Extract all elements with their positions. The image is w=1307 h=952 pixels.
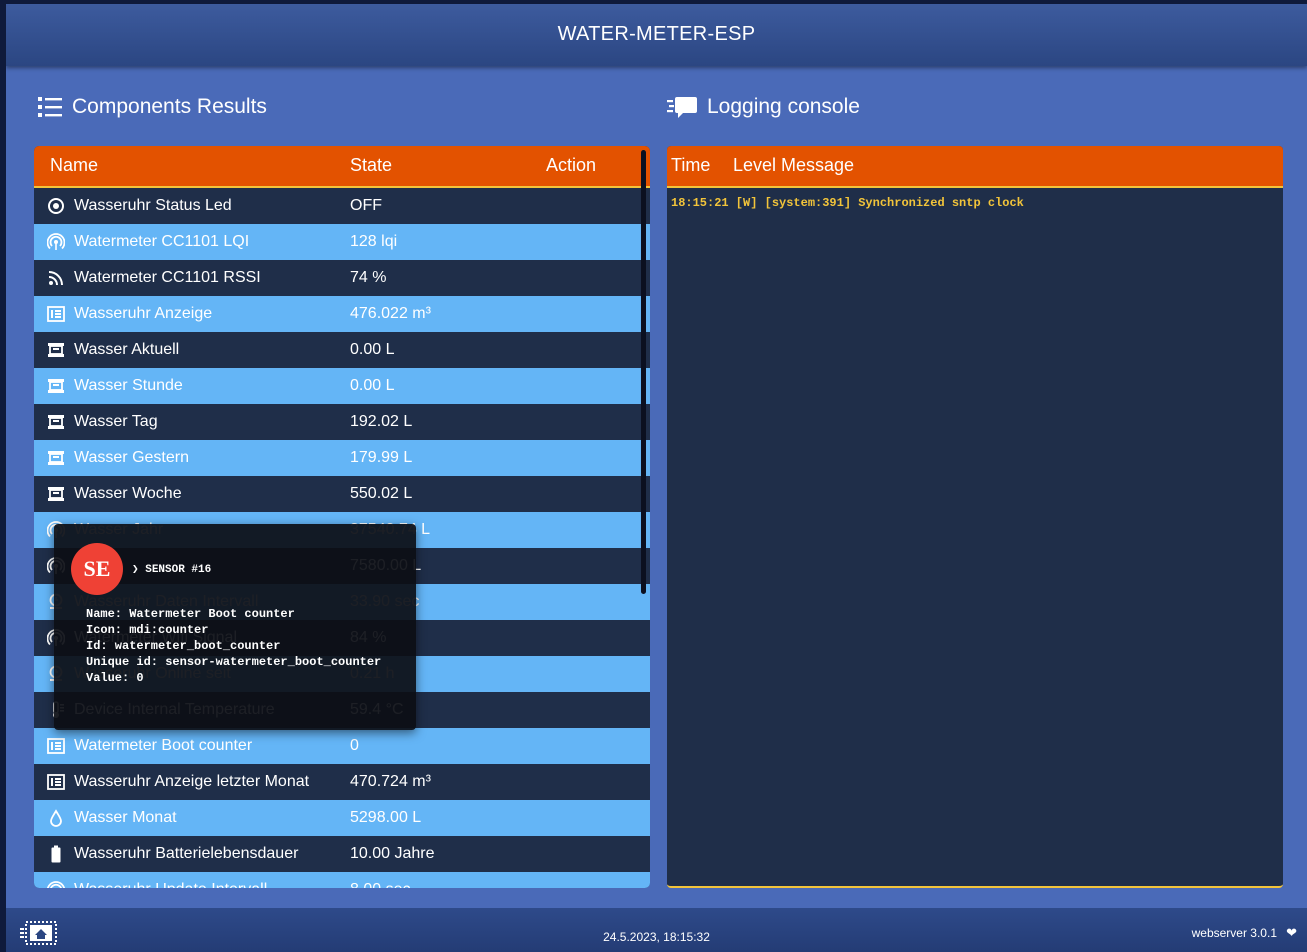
- row-state: 179.99 L: [350, 449, 413, 466]
- table-row[interactable]: Wasser Woche 550.02 L: [34, 476, 650, 512]
- top-bar: WATER-METER-ESP: [6, 4, 1307, 66]
- heart-icon[interactable]: ❤: [1286, 925, 1297, 941]
- components-title: Components Results: [72, 95, 267, 118]
- footer-timestamp: 24.5.2023, 18:15:32: [603, 930, 710, 944]
- row-state: 8.00 sec: [350, 881, 410, 888]
- water-pump-icon: [47, 341, 65, 359]
- list-icon: [38, 97, 62, 117]
- tooltip-line: Name: Watermeter Boot counter: [86, 607, 295, 621]
- entity-tooltip: SE ❯ SENSOR #16 Name: Watermeter Boot co…: [54, 524, 416, 730]
- components-heading: Components Results: [38, 95, 267, 119]
- row-name: Wasser Monat: [74, 809, 177, 826]
- row-state: 128 lqi: [350, 233, 398, 250]
- battery-icon: [47, 845, 65, 863]
- logging-console[interactable]: Time Level Message 18:15:21 [W] [system:…: [667, 146, 1283, 888]
- counter-icon: [47, 737, 65, 755]
- row-state: 470.724 m³: [350, 773, 431, 790]
- radio-tower-icon: [46, 233, 66, 251]
- row-name: Wasseruhr Batterielebensdauer: [74, 845, 299, 862]
- column-action[interactable]: Action: [546, 155, 596, 176]
- tooltip-line: Id: watermeter_boot_counter: [86, 639, 281, 653]
- components-table[interactable]: Name State Action Wasseruhr Status Led OF…: [34, 146, 650, 888]
- tooltip-title: ❯ SENSOR #16: [132, 564, 212, 576]
- column-level-message: Level Message: [733, 155, 855, 175]
- row-name: Wasser Aktuell: [74, 341, 180, 358]
- water-pump-icon: [47, 449, 65, 467]
- counter-icon: [47, 305, 65, 323]
- table-row[interactable]: Watermeter CC1101 LQI 128 lqi: [34, 224, 650, 260]
- table-row[interactable]: Wasser Tag 192.02 L: [34, 404, 650, 440]
- row-name: Wasser Tag: [74, 413, 158, 430]
- row-state: 0.00 L: [350, 341, 395, 358]
- row-name: Wasseruhr Update Intervall: [74, 881, 267, 888]
- row-state: 74 %: [350, 269, 387, 286]
- console-title: Logging console: [707, 95, 860, 118]
- column-time: Time: [671, 155, 711, 175]
- row-name: Wasseruhr Anzeige: [74, 305, 213, 322]
- row-name: Wasser Woche: [74, 485, 182, 502]
- table-row[interactable]: Wasseruhr Batterielebensdauer 10.00 Jahre: [34, 836, 650, 872]
- message-fast-icon: [667, 97, 697, 118]
- column-name[interactable]: Name: [50, 155, 98, 176]
- page-title: WATER-METER-ESP: [557, 23, 756, 45]
- table-header: Name State Action: [34, 146, 650, 188]
- table-row[interactable]: Wasseruhr Status Led OFF: [34, 188, 650, 224]
- table-row[interactable]: Wasseruhr Anzeige 476.022 m³: [34, 296, 650, 332]
- row-name: Watermeter CC1101 RSSI: [74, 269, 261, 286]
- counter-icon: [47, 773, 65, 791]
- row-state: 550.02 L: [350, 485, 413, 502]
- row-state: 10.00 Jahre: [350, 845, 435, 862]
- table-row[interactable]: Watermeter CC1101 RSSI 74 %: [34, 260, 650, 296]
- log-line: 18:15:21 [W] [system:391] Synchronized s…: [671, 196, 1024, 210]
- table-row[interactable]: Wasser Aktuell 0.00 L: [34, 332, 650, 368]
- radio-tower-icon: [46, 881, 66, 888]
- row-name: Watermeter Boot counter: [74, 737, 253, 754]
- console-header: Time Level Message: [667, 146, 1283, 188]
- row-name: Wasser Stunde: [74, 377, 183, 394]
- row-name: Watermeter CC1101 LQI: [74, 233, 250, 250]
- tooltip-line: Icon: mdi:counter: [86, 623, 209, 637]
- led-icon: [47, 197, 65, 215]
- table-row[interactable]: Wasseruhr Anzeige letzter Monat 470.724 m…: [34, 764, 650, 800]
- row-state: 0.00 L: [350, 377, 395, 394]
- water-pump-icon: [47, 485, 65, 503]
- row-name: Wasseruhr Anzeige letzter Monat: [74, 773, 310, 790]
- water-pump-icon: [47, 377, 65, 395]
- table-row[interactable]: Wasser Stunde 0.00 L: [34, 368, 650, 404]
- rss-icon: [47, 269, 65, 287]
- row-state: 5298.00 L: [350, 809, 422, 826]
- row-state: 476.022 m³: [350, 305, 431, 322]
- table-row[interactable]: Wasser Monat 5298.00 L: [34, 800, 650, 836]
- row-state: 192.02 L: [350, 413, 413, 430]
- tooltip-line: Unique id: sensor-watermeter_boot_counte…: [86, 655, 382, 669]
- webserver-version: webserver 3.0.1: [1191, 926, 1277, 940]
- column-state[interactable]: State: [350, 155, 392, 176]
- row-name: Wasser Gestern: [74, 449, 189, 466]
- table-row[interactable]: Wasseruhr Update Intervall 8.00 sec: [34, 872, 650, 888]
- entity-badge: SE: [71, 543, 123, 595]
- water-pump-icon: [47, 413, 65, 431]
- footer: 24.5.2023, 18:15:32 webserver 3.0.1 ❤: [6, 908, 1307, 952]
- table-scrollbar[interactable]: [641, 150, 646, 594]
- row-name: Wasseruhr Status Led: [74, 197, 232, 214]
- water-drop-icon: [47, 809, 65, 827]
- tooltip-line: Value: 0: [86, 671, 144, 685]
- table-row[interactable]: Watermeter Boot counter 0: [34, 728, 650, 764]
- app-frame: WATER-METER-ESP Components Results Loggi…: [6, 4, 1307, 952]
- row-state: 0: [350, 737, 359, 754]
- row-state: OFF: [350, 197, 382, 214]
- table-row[interactable]: Wasser Gestern 179.99 L: [34, 440, 650, 476]
- console-heading: Logging console: [667, 95, 860, 119]
